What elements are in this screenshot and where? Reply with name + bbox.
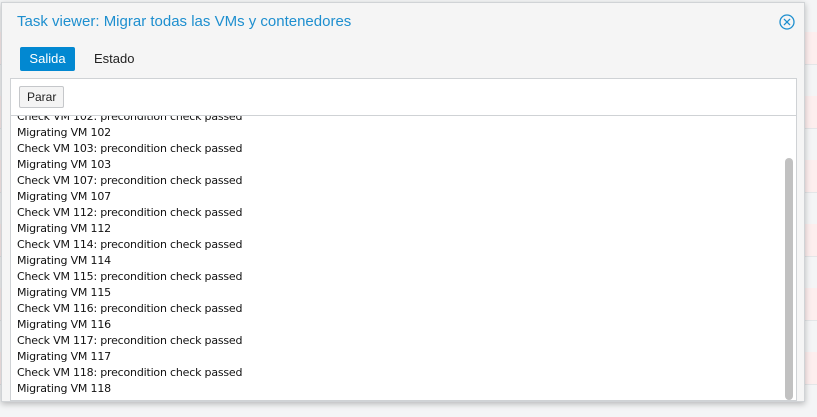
log-line: Check VM 102: precondition check passed <box>17 116 243 123</box>
log-line: Check VM 103: precondition check passed <box>17 142 243 155</box>
close-icon[interactable] <box>779 14 795 30</box>
task-viewer-window: Task viewer: Migrar todas las VMs y cont… <box>1 2 805 402</box>
log-line: Migrating VM 102 <box>17 126 111 139</box>
toolbar: Parar <box>11 79 796 116</box>
log-line: Check VM 115: precondition check passed <box>17 270 243 283</box>
scrollbar-thumb[interactable] <box>785 158 793 400</box>
log-line: Migrating VM 114 <box>17 254 111 267</box>
log-scrollbar[interactable] <box>782 116 796 400</box>
log-line: Migrating VM 107 <box>17 190 111 203</box>
log-output: Check VM 102: precondition check passed M… <box>11 116 782 400</box>
log-lines: Check VM 102: precondition check passed M… <box>17 116 242 397</box>
log-line: Migrating VM 118 <box>17 382 111 395</box>
log-line: Check VM 112: precondition check passed <box>17 206 243 219</box>
log-line: Check VM 117: precondition check passed <box>17 334 243 347</box>
log-line: Migrating VM 117 <box>17 350 111 363</box>
log-line: Check VM 118: precondition check passed <box>17 366 243 379</box>
log-line: Migrating VM 103 <box>17 158 111 171</box>
output-panel: Parar Check VM 102: precondition check p… <box>10 78 797 401</box>
log-line: Check VM 114: precondition check passed <box>17 238 243 251</box>
log-line: Check VM 116: precondition check passed <box>17 302 243 315</box>
tab-output[interactable]: Salida <box>20 47 75 71</box>
window-title: Task viewer: Migrar todas las VMs y cont… <box>17 13 352 30</box>
log-line: Check VM 107: precondition check passed <box>17 174 243 187</box>
log-line: Migrating VM 116 <box>17 318 111 331</box>
tab-status[interactable]: Estado <box>86 47 142 71</box>
stop-button[interactable]: Parar <box>19 86 65 108</box>
window-titlebar: Task viewer: Migrar todas las VMs y cont… <box>2 3 804 41</box>
log-line: Migrating VM 112 <box>17 222 111 235</box>
log-line: Migrating VM 115 <box>17 286 111 299</box>
